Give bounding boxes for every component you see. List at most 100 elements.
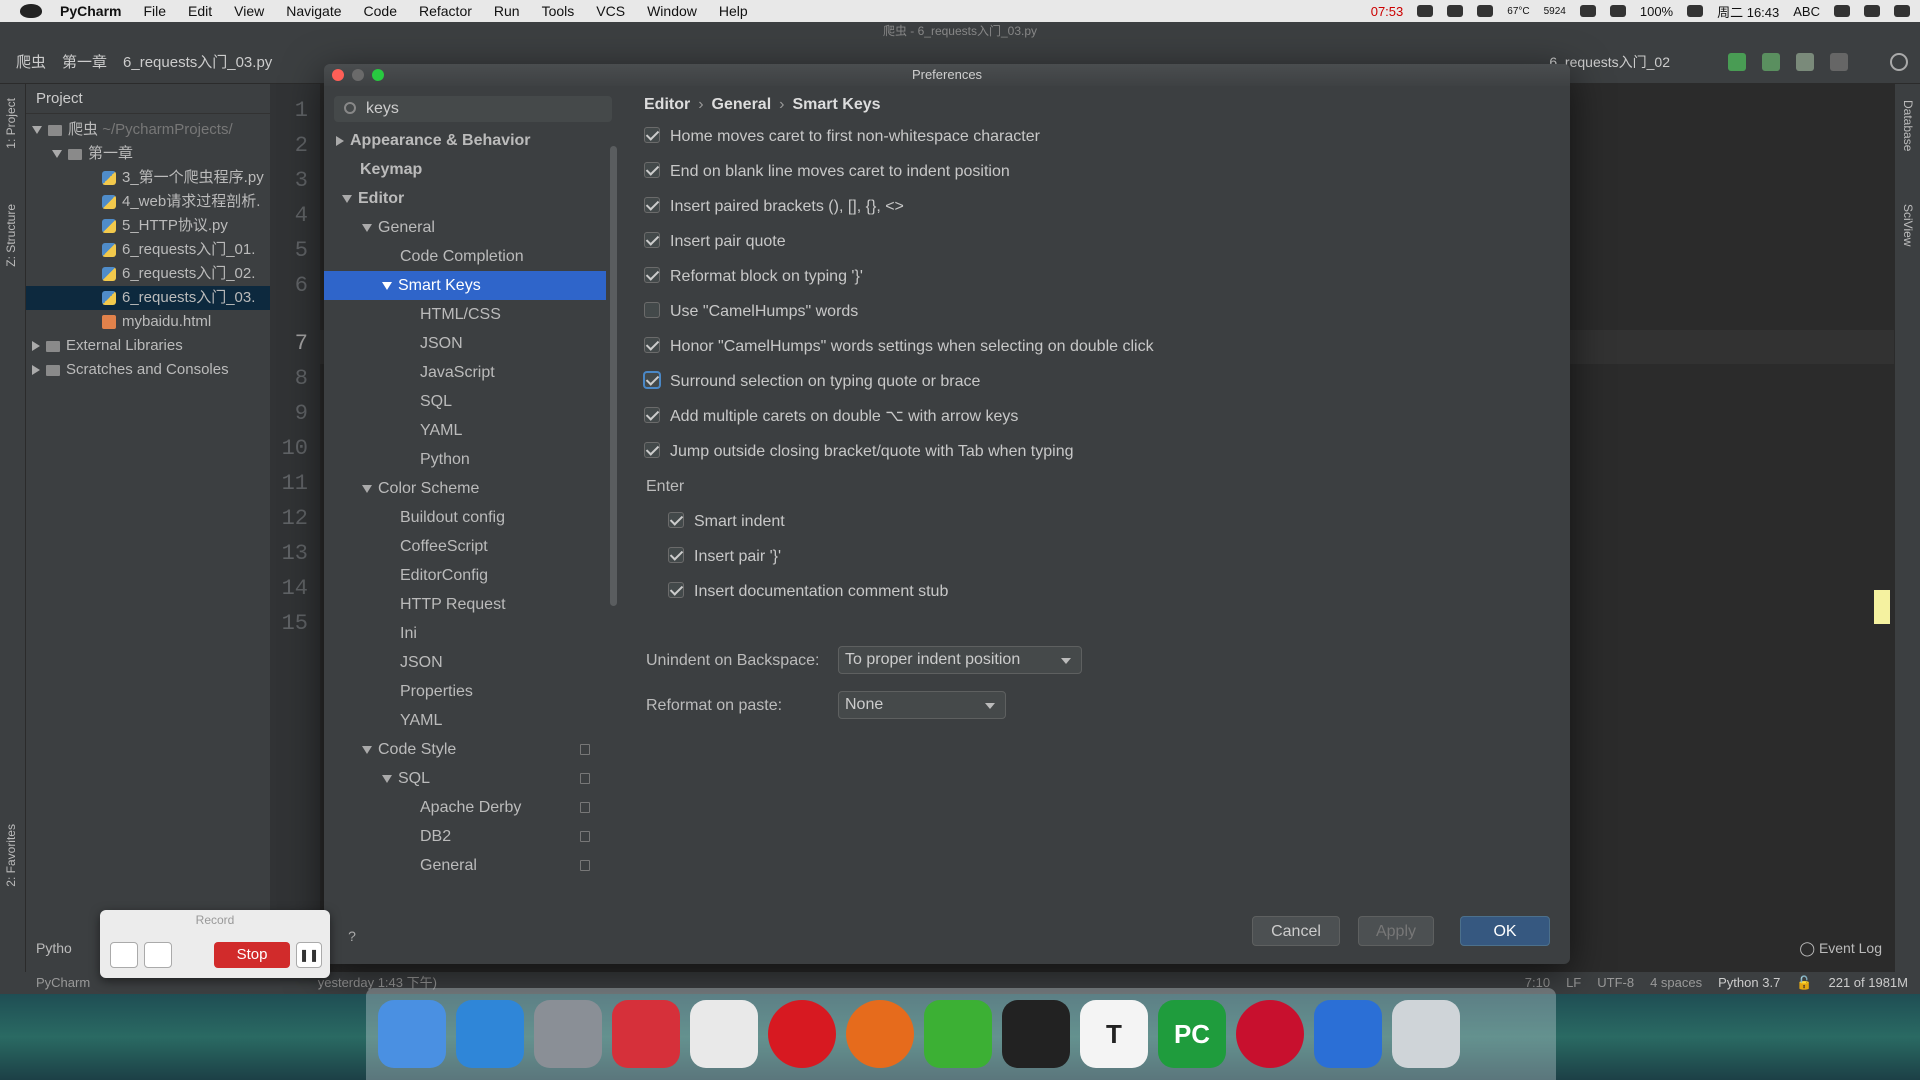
nav-crumb-file[interactable]: 6_requests入门_03.py: [123, 51, 272, 72]
notification-center-icon[interactable]: [1894, 5, 1910, 17]
tree-item-external-libraries[interactable]: External Libraries: [26, 334, 270, 358]
menu-code[interactable]: Code: [364, 3, 397, 19]
pause-button[interactable]: ❚❚: [296, 942, 322, 968]
video-player-icon[interactable]: [1236, 1000, 1304, 1068]
menu-refactor[interactable]: Refactor: [419, 3, 472, 19]
checkbox[interactable]: [644, 161, 660, 178]
option-surround-selection[interactable]: Surround selection on typing quote or br…: [644, 370, 980, 394]
battery-icon[interactable]: [1687, 5, 1704, 17]
zoom-window-icon[interactable]: [372, 69, 384, 81]
menu-tools[interactable]: Tools: [542, 3, 575, 19]
event-log-button[interactable]: ◯ Event Log: [1799, 940, 1882, 957]
apple-icon[interactable]: [20, 4, 42, 18]
tree-node-json-scheme[interactable]: JSON: [324, 648, 606, 677]
tree-node-yaml[interactable]: YAML: [324, 416, 606, 445]
wechat-status-icon[interactable]: [1477, 5, 1494, 17]
tree-item-file[interactable]: 5_HTTP协议.py: [26, 214, 270, 238]
project-tool-tab[interactable]: 1: Project: [4, 98, 18, 149]
tree-node-ini[interactable]: Ini: [324, 619, 606, 648]
option-insert-pair-brace[interactable]: Insert pair '}': [668, 545, 781, 569]
tree-node-color-scheme[interactable]: Color Scheme: [324, 474, 606, 503]
profile-icon[interactable]: [1830, 53, 1848, 71]
tree-item-file[interactable]: mybaidu.html: [26, 310, 270, 334]
tree-node-json[interactable]: JSON: [324, 329, 606, 358]
python-console-tab[interactable]: Pytho: [36, 940, 72, 956]
tree-item-chapter[interactable]: 第一章: [26, 142, 270, 166]
option-jump-outside[interactable]: Jump outside closing bracket/quote with …: [644, 440, 1074, 464]
stop-recording-button[interactable]: Stop: [214, 942, 290, 968]
menu-edit[interactable]: Edit: [188, 3, 212, 19]
checkbox[interactable]: [644, 301, 660, 318]
option-doc-comment-stub[interactable]: Insert documentation comment stub: [668, 580, 948, 604]
checkbox[interactable]: [644, 371, 660, 388]
safari-icon[interactable]: [456, 1000, 524, 1068]
line-separator[interactable]: LF: [1566, 972, 1581, 994]
tree-node-coffeescript[interactable]: CoffeeScript: [324, 532, 606, 561]
checkbox[interactable]: [644, 231, 660, 248]
trash-icon[interactable]: [1392, 1000, 1460, 1068]
collapse-icon[interactable]: [362, 484, 372, 493]
database-tool-tab[interactable]: Database: [1901, 100, 1915, 151]
tree-node-yaml-scheme[interactable]: YAML: [324, 706, 606, 735]
expand-icon[interactable]: [32, 126, 42, 135]
option-honor-camelhumps[interactable]: Honor "CamelHumps" words settings when s…: [644, 335, 1154, 359]
checkbox[interactable]: [644, 126, 660, 143]
cancel-button[interactable]: Cancel: [1252, 916, 1340, 946]
debug-icon[interactable]: [1762, 53, 1780, 71]
option-reformat-block[interactable]: Reformat block on typing '}': [644, 265, 863, 289]
qq-icon[interactable]: [1002, 1000, 1070, 1068]
lightning-icon[interactable]: [1417, 5, 1434, 17]
tree-node-properties[interactable]: Properties: [324, 677, 606, 706]
siri-icon[interactable]: [1864, 5, 1880, 17]
nav-crumb-folder[interactable]: 第一章: [62, 51, 107, 72]
collapse-icon[interactable]: [382, 281, 392, 290]
menu-vcs[interactable]: VCS: [596, 3, 625, 19]
fan-rpm[interactable]: 5924: [1544, 6, 1566, 17]
option-home-moves-caret[interactable]: Home moves caret to first non-whitespace…: [644, 125, 1040, 149]
cpu-temp[interactable]: 67°C: [1507, 6, 1529, 17]
firefox-icon[interactable]: [846, 1000, 914, 1068]
expand-icon[interactable]: [336, 135, 344, 146]
indent-setting[interactable]: 4 spaces: [1650, 972, 1702, 994]
collapse-icon[interactable]: [342, 194, 352, 203]
collapse-icon[interactable]: [382, 774, 392, 783]
tree-node-code-style-sql[interactable]: SQL: [324, 764, 606, 793]
settings-search-input[interactable]: keys: [334, 96, 612, 122]
tree-node-editor[interactable]: Editor: [324, 184, 606, 213]
favorites-tool-tab[interactable]: 2: Favorites: [4, 824, 18, 887]
launchpad-icon[interactable]: [534, 1000, 602, 1068]
checkbox[interactable]: [668, 546, 684, 563]
tree-node-smart-keys[interactable]: Smart Keys: [324, 271, 606, 300]
minimize-window-icon[interactable]: [352, 69, 364, 81]
input-source[interactable]: ABC: [1793, 4, 1820, 19]
record-selection-button[interactable]: [110, 942, 138, 968]
thunder-icon[interactable]: [1314, 1000, 1382, 1068]
checkbox[interactable]: [644, 266, 660, 283]
collapse-icon[interactable]: [362, 223, 372, 232]
reformat-dropdown[interactable]: None: [838, 691, 1006, 719]
clock[interactable]: 周二 16:43: [1717, 2, 1779, 21]
pycharm-icon[interactable]: PC: [1158, 1000, 1226, 1068]
python-interpreter[interactable]: Python 3.7: [1718, 972, 1780, 994]
close-window-icon[interactable]: [332, 69, 344, 81]
option-smart-indent[interactable]: Smart indent: [668, 510, 785, 534]
option-camelhumps[interactable]: Use "CamelHumps" words: [644, 300, 858, 324]
tree-node-sql[interactable]: SQL: [324, 387, 606, 416]
option-paired-brackets[interactable]: Insert paired brackets (), [], {}, <>: [644, 195, 904, 219]
memory-indicator[interactable]: 221 of 1981M: [1828, 972, 1908, 994]
tree-node-sql-general[interactable]: General: [324, 851, 606, 880]
menu-run[interactable]: Run: [494, 3, 520, 19]
tree-scrollbar[interactable]: [610, 146, 617, 606]
cloud-icon[interactable]: [1447, 5, 1464, 17]
menu-window[interactable]: Window: [647, 3, 697, 19]
tree-node-db2[interactable]: DB2: [324, 822, 606, 851]
coverage-icon[interactable]: [1796, 53, 1814, 71]
checkbox[interactable]: [668, 511, 684, 528]
lock-icon[interactable]: 🔓: [1796, 972, 1812, 994]
expand-icon[interactable]: [32, 341, 40, 352]
tree-node-apache-derby[interactable]: Apache Derby: [324, 793, 606, 822]
sciview-tool-tab[interactable]: SciView: [1901, 204, 1915, 246]
spotlight-icon[interactable]: [1834, 5, 1850, 17]
tree-item-scratches[interactable]: Scratches and Consoles: [26, 358, 270, 382]
checkbox[interactable]: [644, 196, 660, 213]
